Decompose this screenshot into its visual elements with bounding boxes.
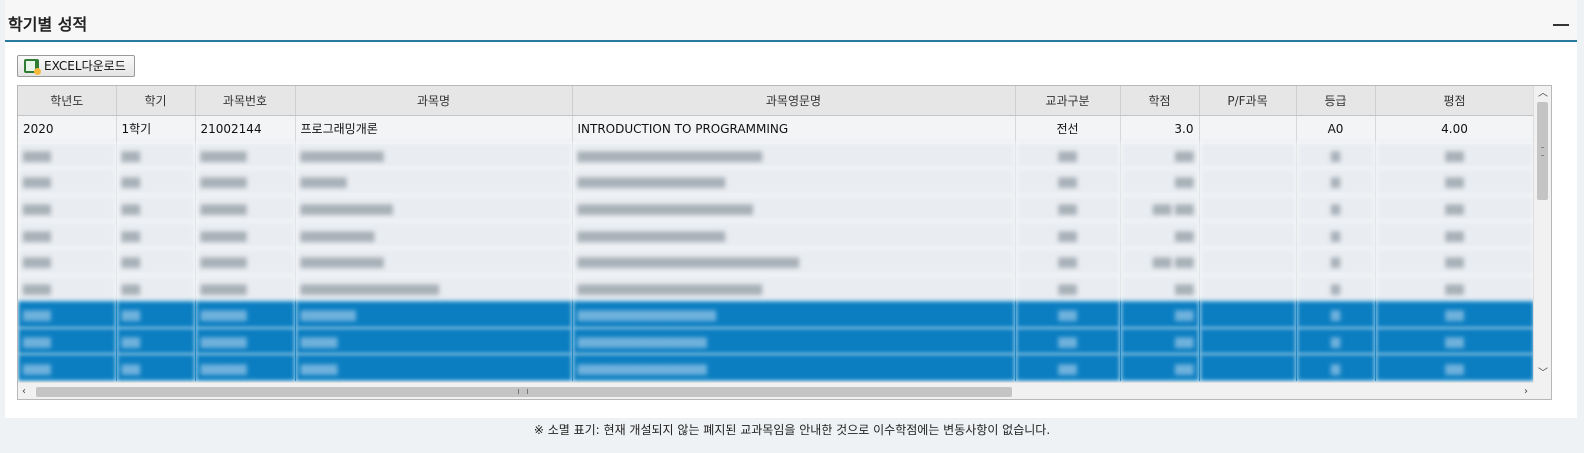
cell-year: 2020 <box>18 115 117 142</box>
column-header[interactable]: 과목영문명 <box>572 86 1016 116</box>
scroll-up-icon[interactable]: ︿ <box>1538 88 1548 100</box>
horizontal-scrollbar[interactable]: ‹ › <box>18 382 1534 399</box>
table-row-selected[interactable]: ▆▆▆ ▆▆ ▆▆▆▆▆ ▆▆▆▆ ▆▆▆▆▆▆▆▆▆▆▆▆▆▆ ▆▆ ▆▆ ▆ ▆▆ <box>18 327 1534 355</box>
cell-term: 1학기 <box>116 115 196 142</box>
header-row: 학년도 학기 과목번호 과목명 과목영문명 교과구분 학점 P/F과목 등급 평… <box>18 86 1534 116</box>
table-row-blurred[interactable]: ▆▆▆▆▆▆▆▆▆▆▆▆▆▆▆▆▆▆▆▆▆▆▆▆▆▆▆▆▆▆▆▆▆▆▆▆▆▆▆▆… <box>18 221 1534 248</box>
column-header[interactable]: 등급 <box>1296 86 1376 116</box>
cell-pf <box>1199 115 1297 142</box>
column-header[interactable]: 학점 <box>1120 86 1200 116</box>
table-row-blurred[interactable]: ▆▆▆▆▆▆▆▆▆▆▆▆▆▆▆▆▆▆▆▆▆▆▆▆▆▆▆▆▆▆▆▆▆▆▆▆▆▆▆▆… <box>18 194 1534 222</box>
column-header[interactable]: 과목번호 <box>195 86 296 116</box>
grades-panel: 학기별 성적 EXCEL다운로드 학년도 학기 과목번호 과목명 과목영문명 교… <box>5 0 1577 418</box>
cell-course-name: 프로그래밍개론 <box>295 115 573 142</box>
panel-title: 학기별 성적 <box>8 15 88 34</box>
column-header[interactable]: P/F과목 <box>1199 86 1297 116</box>
grades-grid: 학년도 학기 과목번호 과목명 과목영문명 교과구분 학점 P/F과목 등급 평… <box>17 85 1552 400</box>
excel-download-button[interactable]: EXCEL다운로드 <box>17 55 135 77</box>
scroll-right-icon[interactable]: › <box>1524 386 1528 398</box>
column-header[interactable]: 학년도 <box>18 86 117 116</box>
grid-body: 학년도 학기 과목번호 과목명 과목영문명 교과구분 학점 P/F과목 등급 평… <box>18 86 1534 382</box>
cell-credit: 3.0 <box>1120 115 1200 142</box>
grades-table: 학년도 학기 과목번호 과목명 과목영문명 교과구분 학점 P/F과목 등급 평… <box>18 86 1534 381</box>
vertical-scroll-thumb[interactable] <box>1537 102 1548 200</box>
minimize-icon[interactable] <box>1553 24 1569 26</box>
column-header[interactable]: 평점 <box>1375 86 1534 116</box>
cell-course-no: 21002144 <box>195 115 296 142</box>
table-row-blurred[interactable]: ▆▆▆▆▆▆▆▆▆▆▆▆▆▆▆▆▆▆▆▆▆▆▆▆▆▆▆▆▆▆▆▆▆▆▆▆▆▆▆▆… <box>18 141 1534 169</box>
vertical-scrollbar[interactable]: ︿ ﹀ <box>1533 86 1551 382</box>
cell-category: 전선 <box>1015 115 1121 142</box>
horizontal-scroll-thumb[interactable] <box>36 387 1012 397</box>
table-row-blurred[interactable]: ▆▆▆ ▆▆ ▆▆▆▆▆ ▆▆▆▆▆ ▆▆▆▆▆▆▆▆▆▆▆▆▆▆▆▆ ▆▆ ▆▆ ▆ ▆▆ <box>18 168 1534 195</box>
scrollbar-corner <box>1533 382 1551 399</box>
cell-gpa: 4.00 <box>1375 115 1534 142</box>
cell-course-en: INTRODUCTION TO PROGRAMMING <box>572 115 1016 142</box>
panel-header: 학기별 성적 <box>5 0 1577 42</box>
table-row-blurred[interactable]: ▆▆▆▆▆▆▆▆▆▆▆▆▆▆▆▆▆▆▆▆▆▆▆▆▆▆▆▆▆▆▆▆▆▆▆▆▆▆▆▆… <box>18 247 1534 275</box>
table-row[interactable]: 2020 1학기 21002144 프로그래밍개론 INTRODUCTION T… <box>18 115 1534 142</box>
scroll-down-icon[interactable]: ﹀ <box>1538 368 1548 380</box>
scroll-left-icon[interactable]: ‹ <box>22 386 26 398</box>
excel-icon <box>24 59 41 75</box>
table-row-selected[interactable]: ▆▆▆ ▆▆ ▆▆▆▆▆ ▆▆▆▆▆▆ ▆▆▆▆▆▆▆▆▆▆▆▆▆▆▆ ▆▆ ▆▆ ▆ ▆▆ <box>18 301 1534 328</box>
column-header[interactable]: 학기 <box>116 86 196 116</box>
column-header[interactable]: 교과구분 <box>1015 86 1121 116</box>
column-header[interactable]: 과목명 <box>295 86 573 116</box>
table-row-blurred[interactable]: ▆▆▆▆▆▆▆▆▆▆▆▆▆▆▆▆▆▆▆▆▆▆▆▆▆▆▆▆▆▆▆▆▆▆▆▆▆▆▆▆… <box>18 274 1534 302</box>
table-row-selected[interactable]: ▆▆▆ ▆▆ ▆▆▆▆▆ ▆▆▆▆ ▆▆▆▆▆▆▆▆▆▆▆▆▆▆ ▆▆ ▆▆ ▆ ▆▆ <box>18 354 1534 381</box>
footnote: ※ 소멸 표기: 현재 개설되지 않는 폐지된 교과목임을 안내한 것으로 이수… <box>533 423 1051 437</box>
cell-grade: A0 <box>1296 115 1376 142</box>
excel-download-label: EXCEL다운로드 <box>44 59 126 73</box>
